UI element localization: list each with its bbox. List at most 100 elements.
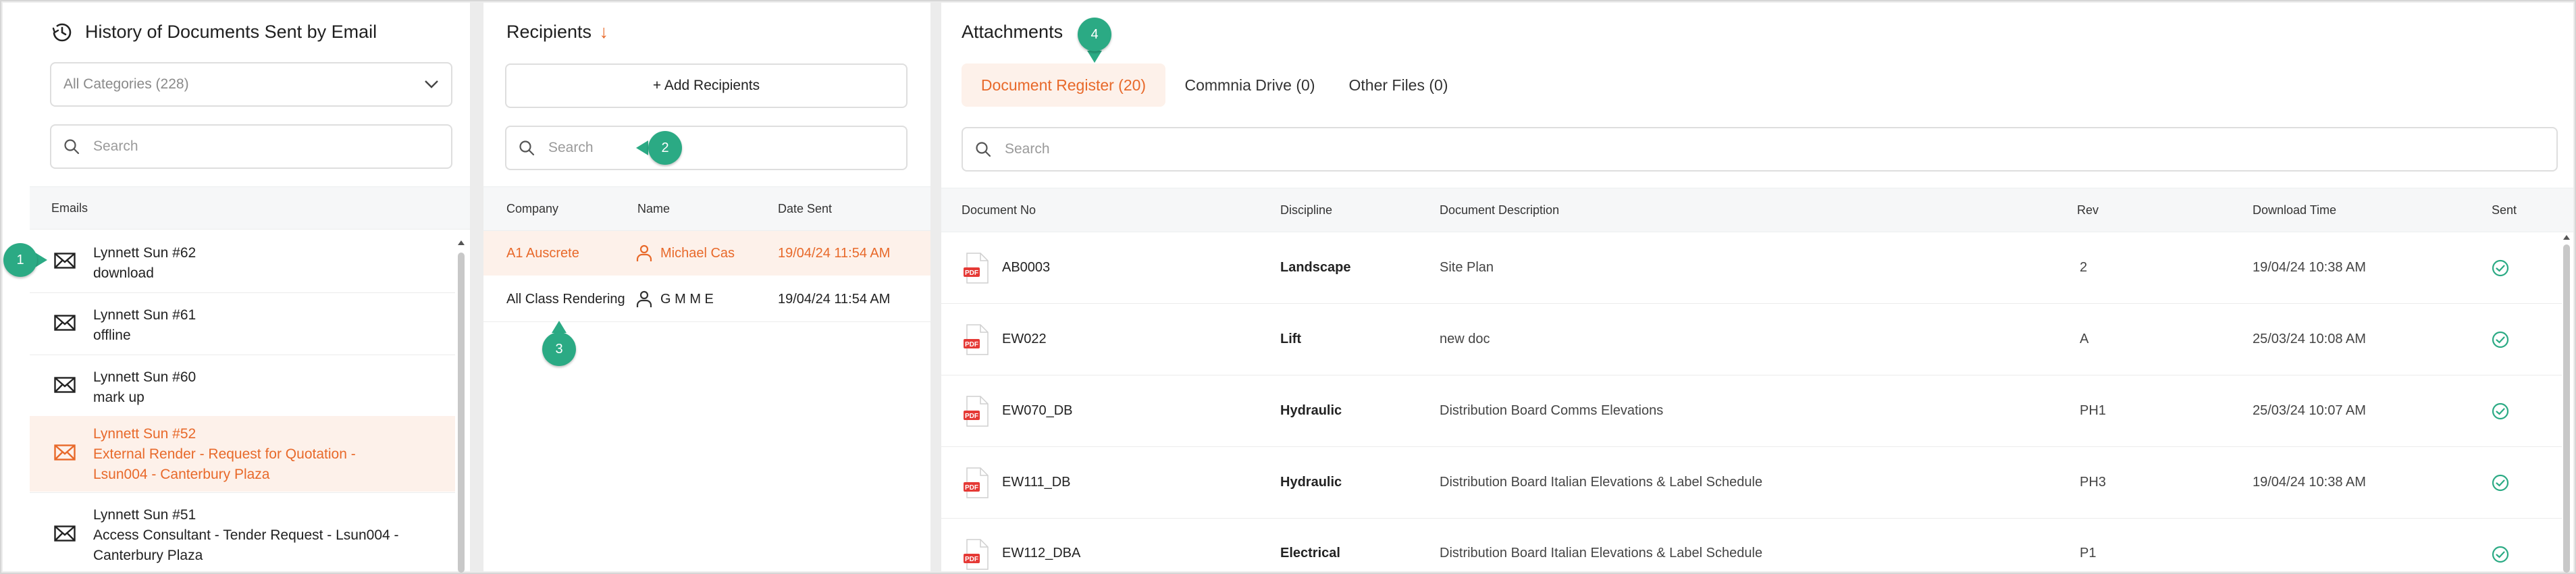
sent-header: Sent	[2492, 203, 2517, 217]
rev: PH1	[2080, 402, 2106, 418]
doc-no: AB0003	[1002, 259, 1051, 275]
email-title: Lynnett Sun #52	[93, 426, 196, 442]
marker-label: 3	[555, 341, 563, 357]
history-panel: History of Documents Sent by Email All C…	[3, 3, 470, 573]
download-header: Download Time	[2253, 203, 2337, 217]
email-item[interactable]: Lynnett Sun #51 Access Consultant - Tend…	[30, 493, 455, 573]
discipline: Hydraulic	[1280, 474, 1342, 490]
sort-indicator[interactable]: ↓	[600, 22, 609, 42]
attachment-row[interactable]: PDF EW070_DB Hydraulic Distribution Boar…	[941, 375, 2562, 446]
email-item[interactable]: Lynnett Sun #61 offline	[30, 293, 455, 354]
pdf-file-icon: PDF	[964, 253, 989, 284]
add-recipients-button[interactable]: + Add Recipients	[505, 63, 908, 108]
recipients-column-header: Company Name Date Sent	[483, 186, 930, 231]
tab-label: Commnia Drive (0)	[1184, 76, 1315, 94]
attachment-row[interactable]: PDF AB0003 Landscape Site Plan 2 19/04/2…	[941, 232, 2562, 303]
email-list-scrollbar[interactable]	[455, 231, 467, 573]
pdf-file-icon: PDF	[964, 396, 989, 427]
sent-check-icon	[2492, 546, 2509, 563]
discipline: Hydraulic	[1280, 402, 1342, 418]
envelope-icon	[54, 377, 76, 393]
history-title: History of Documents Sent by Email	[85, 22, 377, 42]
category-select[interactable]: All Categories (228)	[50, 62, 452, 107]
attachments-scrollbar[interactable]	[2560, 232, 2573, 573]
discipline: Landscape	[1280, 259, 1351, 275]
rev: P1	[2080, 546, 2097, 560]
recipient-date: 19/04/24 11:54 AM	[778, 291, 891, 307]
date-header: Date Sent	[778, 201, 833, 215]
category-select-value: All Categories (228)	[63, 76, 189, 92]
marker-label: 1	[16, 252, 24, 267]
divider	[483, 321, 930, 322]
recipient-company: A1 Auscrete	[506, 245, 579, 261]
attachments-title: Attachments	[962, 22, 1063, 42]
attachment-row[interactable]: PDF EW112_DBA Electrical Distribution Bo…	[941, 519, 2562, 573]
name-header: Name	[637, 201, 671, 215]
pdf-file-icon: PDF	[964, 467, 989, 498]
scroll-up-icon	[2563, 235, 2570, 240]
pdf-badge-text: PDF	[965, 556, 978, 563]
recipient-row[interactable]: All Class Rendering G M M E 19/04/24 11:…	[483, 277, 930, 321]
tab-commnia-drive[interactable]: Commnia Drive (0)	[1172, 63, 1328, 107]
pdf-badge-text: PDF	[965, 413, 978, 420]
email-item[interactable]: Lynnett Sun #60 mark up	[30, 355, 455, 416]
tab-other-files[interactable]: Other Files (0)	[1334, 63, 1463, 107]
person-icon	[636, 290, 652, 307]
search-icon	[64, 139, 80, 155]
recipients-title-text: Recipients	[506, 22, 592, 42]
recipients-search-input[interactable]: Search	[505, 126, 908, 170]
email-item-active[interactable]: Lynnett Sun #52 External Render - Reques…	[30, 416, 455, 492]
history-search-input[interactable]: Search	[50, 124, 452, 169]
recipient-row-active[interactable]: A1 Auscrete Michael Cas 19/04/24 11:54 A…	[483, 231, 930, 276]
marker-label: 4	[1090, 26, 1099, 42]
search-icon	[976, 142, 991, 157]
discipline: Electrical	[1280, 546, 1340, 560]
rev: 2	[2080, 259, 2088, 275]
pdf-badge-text: PDF	[965, 484, 978, 492]
doc-no: EW112_DBA	[1002, 546, 1081, 560]
email-title: Lynnett Sun #61	[93, 307, 196, 323]
recipients-panel: Recipients ↓ + Add Recipients Search Com…	[483, 3, 930, 571]
recipients-title: Recipients ↓	[506, 22, 608, 43]
doc-no: EW022	[1002, 331, 1047, 346]
attachment-row[interactable]: PDF EW111_DB Hydraulic Distribution Boar…	[941, 447, 2562, 517]
company-header: Company	[506, 201, 559, 215]
tab-label: Other Files (0)	[1348, 76, 1448, 94]
scrollbar-thumb[interactable]	[458, 253, 465, 573]
history-clock-icon	[52, 23, 72, 42]
envelope-icon	[54, 444, 76, 461]
scrollbar-thumb[interactable]	[2563, 244, 2570, 573]
download-time: 25/03/24 10:08 AM	[2253, 331, 2366, 346]
annotation-marker-1: 1	[3, 243, 37, 277]
description: Site Plan	[1440, 259, 1494, 275]
description: new doc	[1440, 331, 1490, 346]
email-subject: offline	[93, 328, 131, 343]
download-time: 19/04/24 10:38 AM	[2253, 259, 2366, 275]
sent-check-icon	[2492, 474, 2509, 492]
tab-document-register[interactable]: Document Register (20)	[962, 63, 1165, 107]
annotation-marker-3: 3	[542, 332, 576, 366]
sent-check-icon	[2492, 402, 2509, 420]
search-icon	[519, 140, 535, 156]
download-time: 19/04/24 10:38 AM	[2253, 474, 2366, 490]
pdf-badge-text: PDF	[965, 341, 978, 348]
attachment-row[interactable]: PDF EW022 Lift new doc A 25/03/24 10:08 …	[941, 304, 2562, 374]
email-item[interactable]: Lynnett Sun #62 download	[30, 231, 455, 292]
marker-pointer	[552, 321, 567, 333]
marker-pointer	[636, 140, 648, 155]
recipient-name: G M M E	[660, 291, 714, 307]
envelope-icon	[54, 315, 76, 331]
attachments-search-input[interactable]: Search	[962, 127, 2558, 172]
description: Distribution Board Comms Elevations	[1440, 402, 1664, 418]
marker-pointer	[1087, 51, 1102, 63]
email-title: Lynnett Sun #51	[93, 507, 196, 523]
doc-no: EW111_DB	[1002, 474, 1071, 490]
history-search-placeholder: Search	[93, 138, 138, 154]
doc-no-header: Document No	[962, 203, 1036, 217]
discipline: Lift	[1280, 331, 1302, 346]
chevron-down-icon	[425, 80, 438, 88]
pdf-file-icon: PDF	[964, 539, 989, 570]
envelope-icon	[54, 525, 76, 542]
sent-check-icon	[2492, 259, 2509, 277]
add-recipients-label: + Add Recipients	[652, 78, 760, 93]
